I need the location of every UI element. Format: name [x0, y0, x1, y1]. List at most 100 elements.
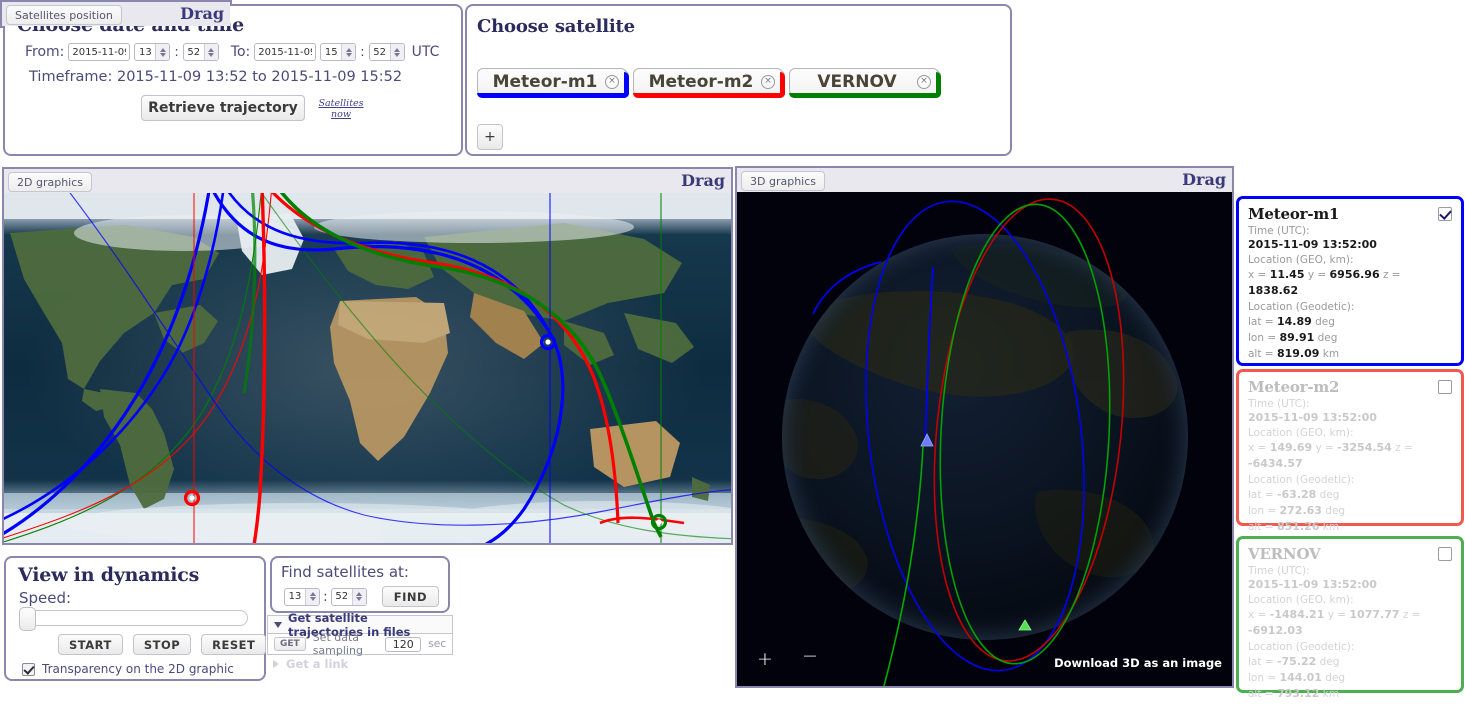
to-date-input[interactable] [254, 43, 317, 61]
2d-graphics-widget: 2D graphics Drag [2, 167, 733, 545]
tab-2d-graphics[interactable]: 2D graphics [8, 172, 92, 192]
satellite-chip[interactable]: VERNOV × [789, 68, 941, 98]
card-time-label: Time (UTC): [1248, 225, 1310, 237]
satellite-visibility-checkbox[interactable] [1438, 380, 1452, 394]
satellite-visibility-checkbox[interactable] [1438, 547, 1452, 561]
from-minute-arrows[interactable] [203, 44, 218, 60]
card-time-value: 2015-11-09 13:52:00 [1248, 238, 1377, 251]
sampling-unit-label: sec [428, 638, 446, 650]
card-lat: lat = -75.22 deg [1248, 655, 1340, 668]
3d-globe-canvas[interactable]: + − Download 3D as an image [737, 192, 1232, 686]
add-satellite-button[interactable]: + [477, 124, 503, 150]
view-in-dynamics-panel: View in dynamics Speed: START STOP RESET… [4, 556, 267, 681]
card-alt: alt = 793.12 km [1248, 687, 1340, 700]
transparency-label: Transparency on the 2D graphic [42, 662, 234, 676]
get-a-link-label: Get a link [286, 657, 349, 671]
satellite-chip[interactable]: Meteor-m1 × [477, 68, 629, 98]
from-minute-stepper[interactable] [182, 43, 219, 61]
satellites-now-link[interactable]: Satellites now [317, 98, 365, 120]
3d-graphics-widget: 3D graphics Drag + − Download 3D as an i… [735, 166, 1234, 688]
satellite-chip-label: VERNOV [817, 72, 897, 92]
card-geo-label: Location (GEO, km): [1248, 594, 1354, 606]
2d-map-svg [4, 193, 731, 543]
find-hour-stepper[interactable] [284, 587, 320, 606]
start-button[interactable]: START [58, 634, 123, 655]
card-lon: lon = 144.01 deg [1248, 671, 1346, 684]
to-label: To: [230, 44, 251, 60]
sampling-input[interactable] [385, 636, 422, 652]
speed-slider-handle[interactable] [19, 607, 36, 631]
from-minute-input[interactable] [183, 44, 204, 60]
satellites-now-line2: now [331, 109, 351, 120]
2d-drag-handle[interactable]: Drag [681, 171, 725, 190]
tab-3d-graphics[interactable]: 3D graphics [741, 171, 825, 191]
zoom-in-icon[interactable]: + [757, 648, 773, 670]
to-hour-stepper[interactable] [320, 43, 357, 61]
stop-button[interactable]: STOP [132, 634, 192, 655]
tab-satellites-position[interactable]: Satellites position [6, 5, 122, 25]
satellite-visibility-checkbox[interactable] [1438, 207, 1452, 221]
zoom-out-icon[interactable]: − [802, 645, 818, 667]
card-lon: lon = 89.91 deg [1248, 331, 1338, 344]
find-minute-stepper[interactable] [330, 587, 367, 606]
dynamics-title: View in dynamics [18, 564, 200, 586]
from-hour-stepper[interactable] [134, 43, 171, 61]
transparency-checkbox[interactable] [22, 662, 35, 676]
find-minute-arrows[interactable] [351, 588, 366, 605]
from-hour-input[interactable] [135, 44, 156, 60]
satellite-chip-label: Meteor-m1 [492, 72, 598, 92]
to-hour-input[interactable] [321, 44, 342, 60]
find-button[interactable]: FIND [381, 586, 440, 607]
get-a-link-row[interactable]: Get a link [267, 655, 453, 673]
from-hour-arrows[interactable] [155, 44, 170, 60]
to-time-colon: : [360, 44, 365, 60]
retrieve-trajectory-button[interactable]: Retrieve trajectory [141, 95, 305, 121]
speed-slider-track[interactable] [20, 610, 248, 626]
to-hour-arrows[interactable] [341, 44, 356, 60]
chevron-down-icon [274, 621, 282, 628]
3d-drag-handle[interactable]: Drag [1182, 170, 1226, 189]
satellite-chip[interactable]: Meteor-m2 × [633, 68, 785, 98]
to-minute-stepper[interactable] [368, 43, 405, 61]
2d-map-canvas[interactable] [4, 193, 731, 543]
card-geodetic-label: Location (Geodetic): [1248, 474, 1355, 486]
satellite-position-card[interactable]: Meteor-m2 Time (UTC): 2015-11-09 13:52:0… [1236, 369, 1464, 533]
timeframe-summary: Timeframe: 2015-11-09 13:52 to 2015-11-0… [29, 69, 403, 85]
transparency-row[interactable]: Transparency on the 2D graphic [22, 662, 234, 676]
from-date-input[interactable] [68, 43, 131, 61]
get-button[interactable]: GET [274, 637, 306, 651]
choose-satellite-panel: Choose satellite Meteor-m1 × Meteor-m2 × VER… [465, 4, 1012, 156]
3d-widget-titlebar: 3D graphics Drag [737, 168, 1232, 192]
remove-satellite-icon[interactable]: × [917, 75, 931, 89]
card-geo-label: Location (GEO, km): [1248, 427, 1354, 439]
satellite-position-card[interactable]: VERNOV Time (UTC): 2015-11-09 13:52:00 L… [1236, 536, 1464, 700]
remove-satellite-icon[interactable]: × [761, 75, 775, 89]
positions-titlebar: Satellites position Drag [2, 2, 230, 26]
card-time-value: 2015-11-09 13:52:00 [1248, 411, 1377, 424]
reset-button[interactable]: RESET [201, 634, 267, 655]
satellite-chip-list: Meteor-m1 × Meteor-m2 × VERNOV × [477, 68, 941, 98]
remove-satellite-icon[interactable]: × [605, 75, 619, 89]
to-minute-arrows[interactable] [389, 44, 404, 60]
positions-drag-handle[interactable]: Drag [180, 4, 224, 23]
2d-widget-titlebar: 2D graphics Drag [4, 169, 731, 193]
3d-globe-svg [737, 192, 1232, 686]
satellite-chip-accent-right [936, 72, 941, 98]
find-hour-input[interactable] [285, 588, 305, 605]
find-minute-input[interactable] [331, 588, 352, 605]
datetime-row: From: : To: : UTC [25, 43, 439, 61]
to-minute-input[interactable] [369, 44, 390, 60]
satellite-chip-accent-right [780, 72, 785, 98]
card-geo-values: x = 11.45 y = 6956.96 z = 1838.62 [1248, 268, 1401, 297]
trajectory-files-box: Get satellite trajectories in files GET … [267, 611, 453, 673]
choose-date-time-panel: Choose date and time From: : To: : [3, 4, 463, 156]
find-time-colon: : [323, 588, 328, 605]
satellite-panel-title: Choose satellite [477, 16, 635, 37]
card-alt: alt = 851.26 km [1248, 520, 1340, 533]
card-geo-values: x = -1484.21 y = 1077.77 z = -6912.03 [1248, 608, 1421, 637]
find-hour-arrows[interactable] [305, 588, 319, 605]
app-root: Choose date and time From: : To: : [0, 0, 1465, 705]
card-geodetic-label: Location (Geodetic): [1248, 301, 1355, 313]
satellite-position-card[interactable]: Meteor-m1 Time (UTC): 2015-11-09 13:52:0… [1236, 196, 1464, 366]
download-3d-image-link[interactable]: Download 3D as an image [1054, 656, 1222, 670]
